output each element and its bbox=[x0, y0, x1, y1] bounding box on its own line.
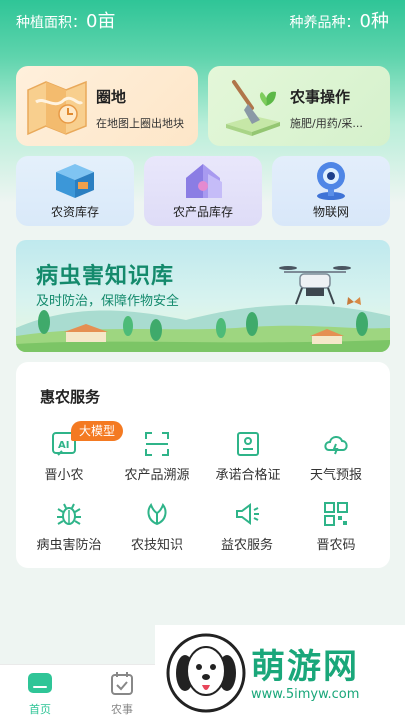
stats-bar: 种植面积：0亩 种养品种：0种 bbox=[0, 0, 405, 40]
service-weather[interactable]: 天气预报 bbox=[290, 430, 382, 483]
banner-title: 病虫害知识库 bbox=[36, 264, 175, 289]
map-icon bbox=[27, 80, 87, 136]
certificate-icon bbox=[237, 432, 259, 456]
watermark-text: 萌游网 bbox=[251, 647, 359, 687]
iot-card[interactable]: 物联网 bbox=[272, 156, 390, 226]
camera-icon bbox=[317, 162, 345, 200]
service-traceability[interactable]: 农产品溯源 bbox=[111, 430, 203, 483]
produce-inventory-label: 农产品库存 bbox=[172, 205, 233, 219]
service-label: 承诺合格证 bbox=[215, 468, 281, 483]
service-label: 晋小农 bbox=[44, 468, 84, 483]
variety-stat: 种养品种：0种 bbox=[290, 7, 389, 33]
large-model-badge: 大模型 bbox=[71, 421, 123, 441]
service-label: 天气预报 bbox=[309, 468, 362, 483]
farmer-services-title: 惠农服务 bbox=[40, 388, 101, 406]
service-label: 病虫害防治 bbox=[36, 538, 102, 553]
variety-value: 0种 bbox=[359, 11, 389, 32]
tab-home-label: 首页 bbox=[29, 703, 51, 716]
farm-ops-card-title: 农事操作 bbox=[290, 88, 351, 106]
plot-card-subtitle: 在地图上圈出地块 bbox=[96, 117, 184, 130]
watermark: 萌游网 www.5imyw.com bbox=[155, 625, 405, 720]
megaphone-icon bbox=[236, 503, 259, 525]
house-icon bbox=[186, 164, 222, 198]
service-agri-knowledge[interactable]: 农技知识 bbox=[111, 500, 203, 553]
planting-area-value: 0亩 bbox=[86, 11, 116, 32]
tab-farm-work[interactable]: 农事 bbox=[102, 671, 142, 717]
butterfly-icon bbox=[347, 297, 361, 305]
produce-inventory-card[interactable]: 农产品库存 bbox=[144, 156, 262, 226]
service-label: 益农服务 bbox=[220, 538, 273, 553]
service-pest-control[interactable]: 病虫害防治 bbox=[23, 500, 115, 553]
planting-area-stat: 种植面积：0亩 bbox=[16, 7, 115, 33]
plot-card[interactable]: 圈地 在地图上圈出地块 bbox=[16, 66, 198, 146]
watermark-url: www.5imyw.com bbox=[251, 687, 360, 702]
dog-logo-icon bbox=[166, 633, 246, 713]
plot-card-title: 圈地 bbox=[96, 88, 127, 106]
svg-text:AI: AI bbox=[58, 440, 69, 451]
drone-icon bbox=[279, 266, 351, 305]
iot-label: 物联网 bbox=[312, 205, 349, 219]
leaf-icon bbox=[147, 503, 167, 526]
shovel-icon bbox=[226, 80, 280, 136]
qrcode-icon bbox=[324, 502, 348, 526]
variety-label: 种养品种： bbox=[289, 15, 360, 31]
warehouse-box-icon bbox=[56, 164, 94, 198]
home-icon bbox=[28, 673, 52, 693]
weather-icon bbox=[324, 436, 348, 455]
service-certificate[interactable]: 承诺合格证 bbox=[202, 430, 294, 483]
farm-ops-card[interactable]: 农事操作 施肥/用药/采... bbox=[208, 66, 390, 146]
service-jin-nong-code[interactable]: 晋农码 bbox=[290, 500, 382, 553]
tab-home[interactable]: 首页 bbox=[20, 671, 60, 717]
farm-supplies-inventory-label: 农资库存 bbox=[50, 205, 99, 219]
service-label: 晋农码 bbox=[316, 538, 356, 553]
tab-farm-work-label: 农事 bbox=[111, 703, 133, 716]
banner-subtitle: 及时防治，保障作物安全 bbox=[36, 294, 180, 309]
planting-area-label: 种植面积： bbox=[16, 15, 86, 31]
farm-supplies-inventory-card[interactable]: 农资库存 bbox=[16, 156, 134, 226]
pest-knowledge-banner[interactable]: 病虫害知识库 及时防治，保障作物安全 bbox=[16, 240, 390, 352]
service-label: 农产品溯源 bbox=[124, 468, 190, 483]
service-yinong[interactable]: 益农服务 bbox=[201, 500, 293, 553]
farm-ops-card-subtitle: 施肥/用药/采... bbox=[290, 117, 363, 130]
bug-icon bbox=[57, 503, 81, 525]
calendar-check-icon bbox=[111, 672, 133, 695]
scan-icon bbox=[145, 432, 169, 456]
service-label: 农技知识 bbox=[130, 538, 183, 553]
